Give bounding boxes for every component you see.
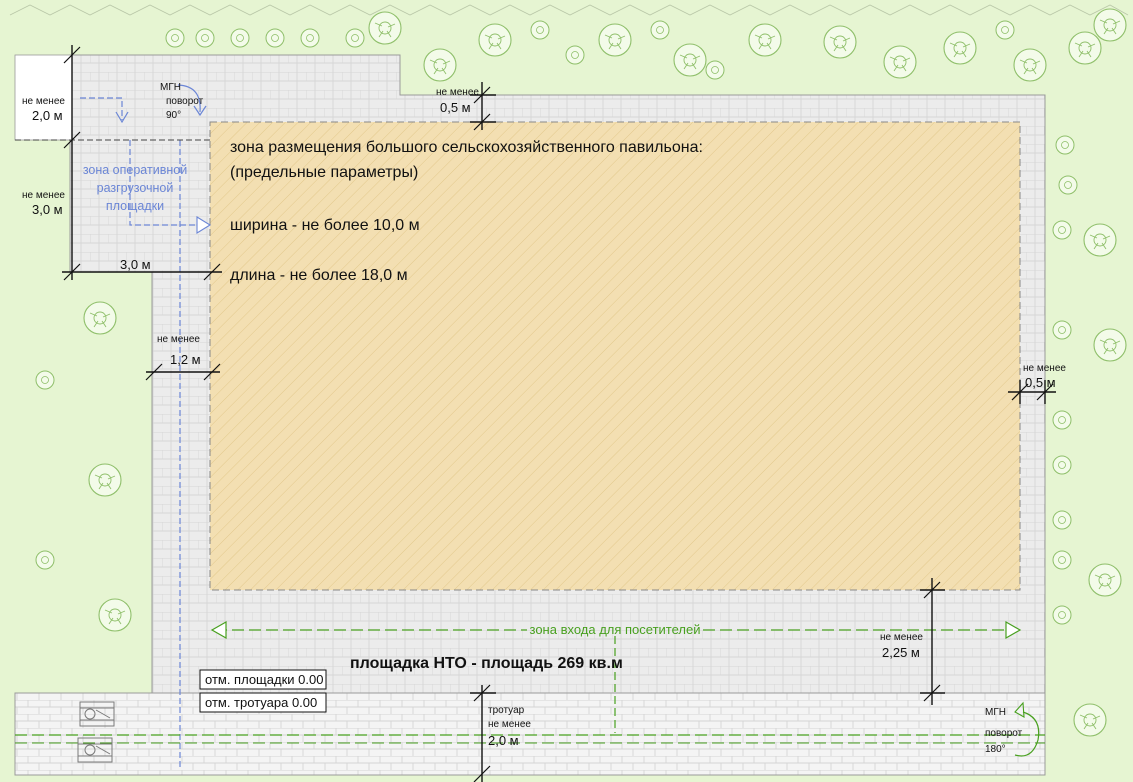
dim-right-label: не менее (1023, 363, 1066, 374)
unloading-zone-label-2: разгрузочной (97, 181, 174, 195)
pavilion-title: зона размещения большого сельскохозяйств… (230, 139, 703, 156)
dim-inner-value: 1,2 м (170, 352, 201, 367)
unloading-zone-label-3: площадки (106, 199, 164, 213)
dim-left-value: 3,0 м (32, 202, 63, 217)
mgn-90-line-2: поворот (166, 96, 204, 107)
level-site: отм. площадки 0.00 (199, 669, 327, 690)
mgn-180-line-1: МГН (985, 707, 1006, 718)
entrance-zone-label: зона входа для посетителей (530, 622, 701, 637)
dim-left-label: не менее (22, 190, 65, 201)
pavilion-length-limit: длина - не более 18,0 м (230, 267, 408, 284)
mgn-180-line-3: 180° (985, 744, 1006, 755)
dim-sidewalk-value: 2,0 м (488, 733, 519, 748)
dim-sidewalk-label-1: тротуар (488, 705, 525, 716)
dim-top-label: не менее (436, 87, 479, 98)
pavilion-subtitle: (предельные параметры) (230, 164, 418, 181)
site-label: площадка НТО - площадь 269 кв.м (350, 655, 623, 672)
pavilion-zone (209, 121, 1021, 591)
dim-top-value: 0,5 м (440, 100, 471, 115)
level-site-text: отм. площадки 0.00 (205, 672, 323, 687)
site-plan: зона размещения большого сельскохозяйств… (0, 0, 1133, 782)
mgn-90-line-3: 90° (166, 110, 181, 121)
dim-entrance-value: 2,25 м (882, 645, 920, 660)
dim-sidewalk-label-2: не менее (488, 719, 531, 730)
dim-bottom-left-value: 3,0 м (120, 257, 151, 272)
dim-top-left-label: не менее (22, 96, 65, 107)
unloading-zone-label-1: зона оперативной (83, 163, 187, 177)
dim-right-value: 0,5 м (1025, 375, 1056, 390)
dim-top-left-value: 2,0 м (32, 108, 63, 123)
pavilion-width-limit: ширина - не более 10,0 м (230, 217, 420, 234)
mgn-180-line-2: поворот (985, 728, 1023, 739)
sidewalk (14, 692, 1046, 776)
level-sidewalk-text: отм. тротуара 0.00 (205, 695, 317, 710)
dim-inner-label: не менее (157, 334, 200, 345)
level-sidewalk: отм. тротуара 0.00 (199, 692, 327, 713)
dim-entrance-label: не менее (880, 632, 923, 643)
mgn-90-line-1: МГН (160, 82, 181, 93)
